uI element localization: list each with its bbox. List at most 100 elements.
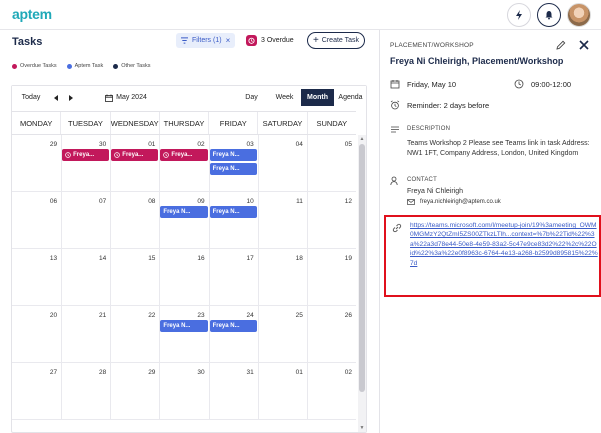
day-number[interactable]: 16 — [197, 255, 204, 262]
day-number[interactable]: 10 — [246, 198, 253, 205]
day-cell[interactable]: 06 — [12, 192, 61, 249]
day-cell[interactable]: 07 — [61, 192, 110, 249]
aptem-event[interactable]: Freya N... — [209, 320, 257, 332]
day-number[interactable]: 08 — [148, 198, 155, 205]
day-cell[interactable]: 10 — [208, 192, 258, 249]
day-cell[interactable]: 08 — [110, 192, 159, 249]
day-number[interactable]: 05 — [345, 141, 352, 148]
day-number[interactable]: 04 — [296, 141, 303, 148]
day-number[interactable]: 20 — [50, 312, 57, 319]
day-number[interactable]: 23 — [197, 312, 204, 319]
day-number[interactable]: 28 — [99, 369, 106, 376]
day-cell[interactable]: 25 — [257, 306, 307, 363]
day-cell[interactable]: 15 — [110, 249, 159, 306]
month-picker[interactable]: May 2024 — [96, 90, 156, 105]
day-number[interactable]: 27 — [50, 369, 57, 376]
aptem-event[interactable]: Freya N... — [209, 149, 257, 161]
day-cell[interactable]: 30 — [159, 363, 208, 420]
close-icon[interactable] — [578, 39, 590, 51]
day-number[interactable]: 15 — [148, 255, 155, 262]
day-number[interactable]: 26 — [345, 312, 352, 319]
day-cell[interactable]: 26 — [306, 306, 356, 363]
day-cell[interactable]: 17 — [208, 249, 258, 306]
day-number[interactable]: 30 — [197, 369, 204, 376]
view-week-button[interactable]: Week — [268, 89, 301, 106]
day-number[interactable]: 29 — [148, 369, 155, 376]
day-number[interactable]: 11 — [296, 198, 303, 205]
day-cell[interactable]: 05 — [306, 135, 356, 192]
day-number[interactable]: 30 — [99, 141, 106, 148]
day-number[interactable]: 01 — [296, 369, 303, 376]
day-cell[interactable]: 11 — [257, 192, 307, 249]
day-cell[interactable]: 31 — [208, 363, 258, 420]
day-number[interactable]: 17 — [246, 255, 253, 262]
day-number[interactable]: 29 — [50, 141, 57, 148]
user-avatar[interactable] — [567, 3, 591, 27]
day-cell[interactable]: 12 — [306, 192, 356, 249]
app-logo[interactable]: aptem — [12, 6, 52, 22]
aptem-event[interactable]: Freya N... — [160, 206, 208, 218]
day-cell[interactable]: 21 — [61, 306, 110, 363]
day-cell[interactable]: 29 — [110, 363, 159, 420]
day-cell[interactable]: 30 — [61, 135, 110, 192]
calendar-scrollbar[interactable]: ▲ ▼ — [358, 135, 366, 432]
day-cell[interactable]: 20 — [12, 306, 61, 363]
clear-filters-icon[interactable]: × — [226, 36, 231, 45]
contact-email[interactable]: freya.nichleirigh@aptem.co.uk — [420, 199, 501, 205]
day-number[interactable]: 09 — [197, 198, 204, 205]
previous-month-button[interactable] — [50, 90, 62, 105]
create-task-button[interactable]: + Create Task — [307, 32, 365, 49]
day-number[interactable]: 21 — [99, 312, 106, 319]
day-cell[interactable]: 24 — [208, 306, 258, 363]
day-number[interactable]: 18 — [296, 255, 303, 262]
pencil-icon[interactable] — [556, 40, 566, 50]
overdue-indicator[interactable]: 3 Overdue — [246, 33, 294, 48]
day-cell[interactable]: 18 — [257, 249, 307, 306]
day-number[interactable]: 24 — [246, 312, 253, 319]
scroll-up-arrow[interactable]: ▲ — [358, 135, 366, 143]
filters-button[interactable]: Filters (1) × — [176, 33, 236, 48]
aptem-event[interactable]: Freya N... — [209, 163, 257, 175]
day-cell[interactable]: 29 — [12, 135, 61, 192]
today-button[interactable]: Today — [16, 90, 46, 105]
aptem-event[interactable]: Freya N... — [160, 320, 208, 332]
day-number[interactable]: 03 — [246, 141, 253, 148]
day-cell[interactable]: 04 — [257, 135, 307, 192]
scroll-down-arrow[interactable]: ▼ — [358, 424, 366, 432]
day-number[interactable]: 13 — [50, 255, 57, 262]
day-cell[interactable]: 09 — [159, 192, 208, 249]
day-number[interactable]: 01 — [148, 141, 155, 148]
day-cell[interactable]: 01 — [110, 135, 159, 192]
aptem-event[interactable]: Freya N... — [209, 206, 257, 218]
day-cell[interactable]: 28 — [61, 363, 110, 420]
day-number[interactable]: 02 — [197, 141, 204, 148]
overdue-event[interactable]: Freya... — [160, 149, 208, 161]
day-cell[interactable]: 16 — [159, 249, 208, 306]
notifications-button[interactable] — [537, 3, 561, 27]
overdue-event[interactable]: Freya... — [62, 149, 110, 161]
quick-action-button[interactable] — [507, 3, 531, 27]
view-month-button[interactable]: Month — [301, 89, 334, 106]
day-number[interactable]: 22 — [148, 312, 155, 319]
meeting-link[interactable]: https://teams.microsoft.com/l/meetup-joi… — [410, 221, 598, 268]
day-number[interactable]: 25 — [296, 312, 303, 319]
day-number[interactable]: 19 — [345, 255, 352, 262]
day-number[interactable]: 06 — [50, 198, 57, 205]
day-number[interactable]: 14 — [99, 255, 106, 262]
day-cell[interactable]: 22 — [110, 306, 159, 363]
day-cell[interactable]: 14 — [61, 249, 110, 306]
day-cell[interactable]: 02 — [159, 135, 208, 192]
day-number[interactable]: 12 — [345, 198, 352, 205]
day-number[interactable]: 07 — [99, 198, 106, 205]
day-cell[interactable]: 19 — [306, 249, 356, 306]
day-cell[interactable]: 23 — [159, 306, 208, 363]
day-cell[interactable]: 01 — [257, 363, 307, 420]
next-month-button[interactable] — [64, 90, 76, 105]
overdue-event[interactable]: Freya... — [111, 149, 159, 161]
scrollbar-thumb[interactable] — [359, 144, 365, 392]
day-number[interactable]: 31 — [246, 369, 253, 376]
day-cell[interactable]: 02 — [306, 363, 356, 420]
day-number[interactable]: 02 — [345, 369, 352, 376]
view-agenda-button[interactable]: Agenda — [334, 89, 367, 106]
day-cell[interactable]: 13 — [12, 249, 61, 306]
